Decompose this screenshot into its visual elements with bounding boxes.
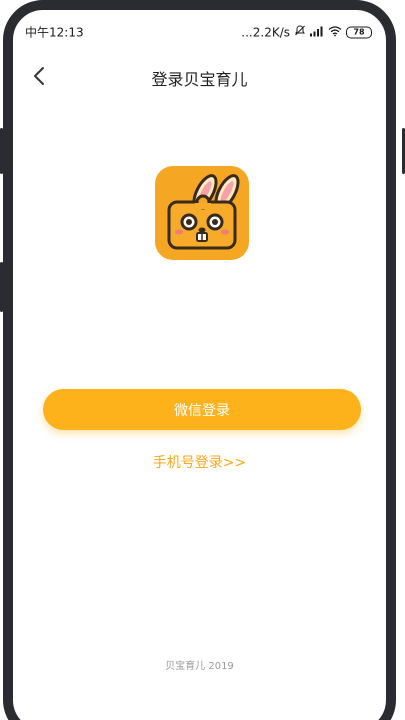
signal-icon [310, 25, 324, 39]
mute-icon [294, 25, 306, 40]
volume-button [0, 128, 3, 174]
network-speed: ...2.2K/s [241, 25, 290, 39]
copyright-footer: 贝宝育儿 2019 [165, 661, 234, 672]
nav-bar: 登录贝宝育儿 [13, 58, 386, 94]
phone-frame: 中午12:13 ...2.2K/s 78 登录贝宝育儿 微信登录 手机号登录>>… [0, 0, 405, 720]
wifi-icon [328, 25, 342, 39]
power-button [0, 262, 3, 312]
wechat-login-label: 微信登录 [174, 402, 230, 419]
app-logo-icon [155, 166, 249, 260]
status-time: 中午12:13 [25, 25, 84, 40]
battery-icon: 78 [346, 26, 372, 38]
status-indicators: ...2.2K/s 78 [241, 25, 372, 40]
phone-login-link[interactable]: 手机号登录>> [13, 452, 386, 472]
screen: 中午12:13 ...2.2K/s 78 登录贝宝育儿 微信登录 手机号登录>>… [13, 10, 386, 720]
page-title: 登录贝宝育儿 [151, 70, 248, 89]
wechat-login-button[interactable]: 微信登录 [43, 389, 361, 430]
status-bar: 中午12:13 ...2.2K/s 78 [13, 10, 386, 46]
